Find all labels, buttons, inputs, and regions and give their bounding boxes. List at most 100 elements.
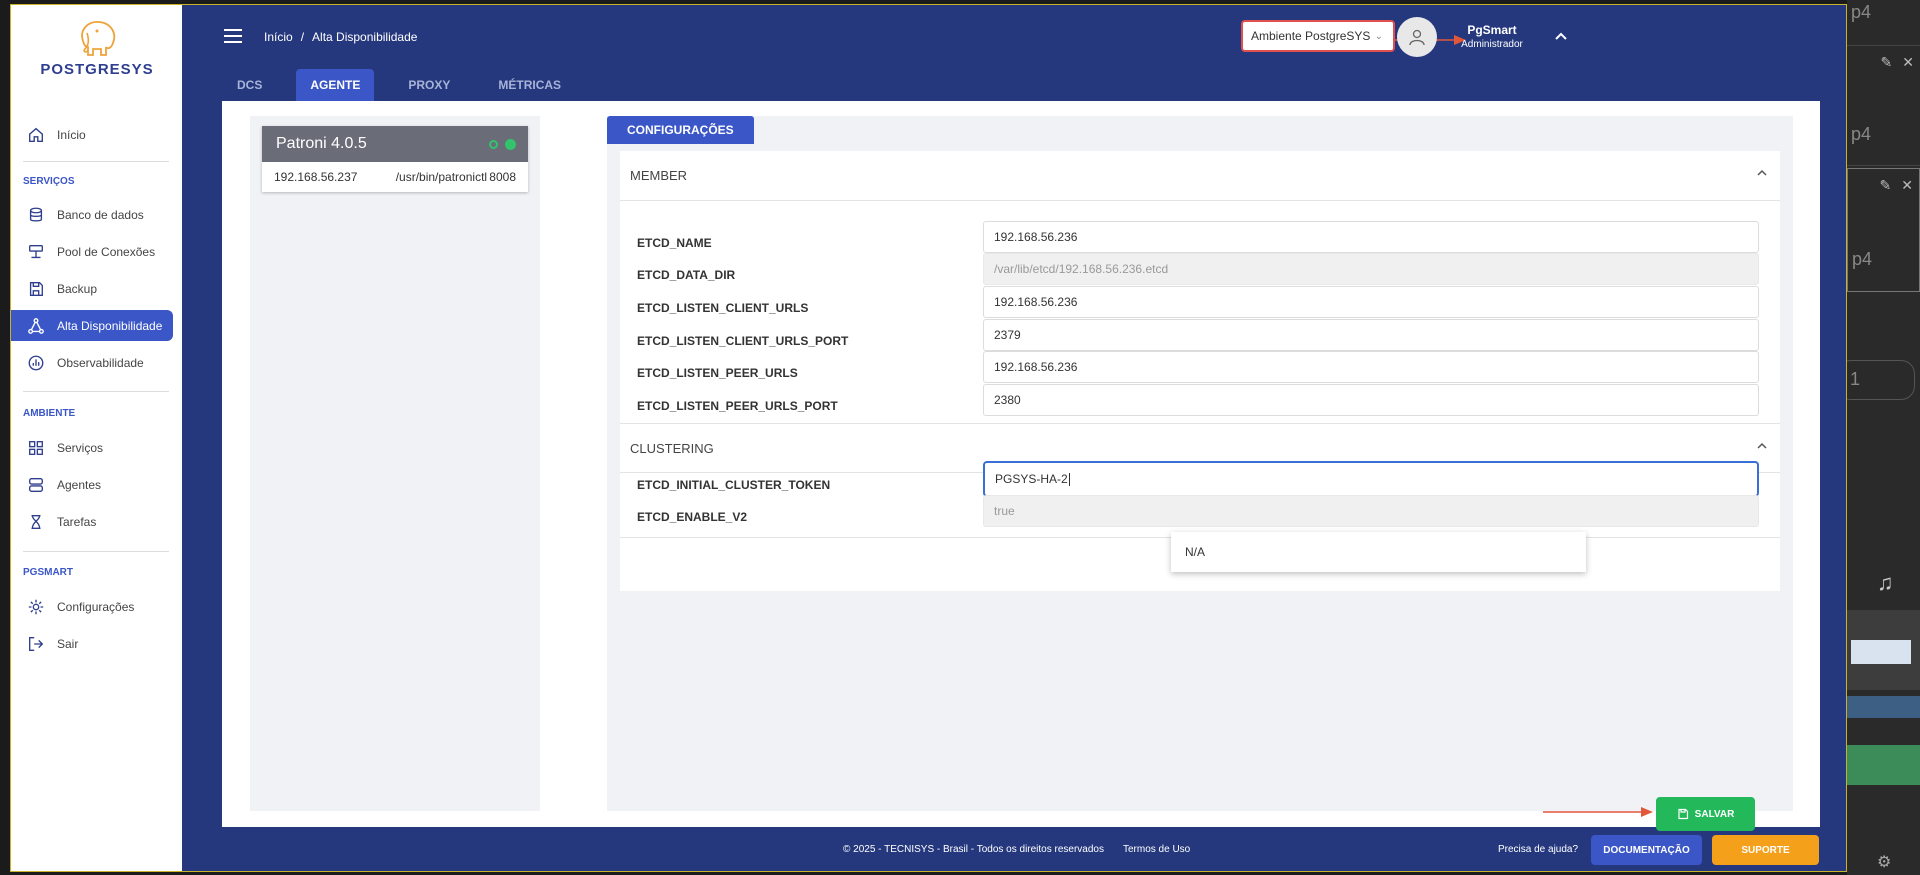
sidebar-item-tasks[interactable]: Tarefas bbox=[11, 506, 173, 537]
input-value: PGSYS-HA-2 bbox=[995, 472, 1068, 486]
sidebar-item-label: Serviços bbox=[57, 440, 104, 455]
annotation-arrow bbox=[1543, 807, 1653, 817]
background-window: p4 ✎ ✕ p4 ✎ ✕ p4 1 ♫ ⚙ bbox=[1837, 0, 1920, 875]
copyright-text: © 2025 - TECNISYS - Brasil - Todos os di… bbox=[843, 844, 1104, 855]
support-button[interactable]: SUPORTE bbox=[1712, 835, 1819, 865]
field-label: ETCD_INITIAL_CLUSTER_TOKEN bbox=[637, 478, 831, 492]
sidebar-item-label: Backup bbox=[57, 281, 98, 296]
field-label: ETCD_DATA_DIR bbox=[637, 268, 736, 282]
avatar[interactable] bbox=[1397, 17, 1437, 57]
etcd-listen-client-urls-input[interactable]: 192.168.56.236 bbox=[983, 286, 1759, 318]
sidebar-item-label: Agentes bbox=[57, 477, 102, 492]
environment-select-value: Ambiente PostgreSYS bbox=[1251, 29, 1371, 43]
music-icon: ♫ bbox=[1877, 570, 1894, 595]
sidebar-item-settings[interactable]: Configurações bbox=[11, 591, 173, 622]
etcd-initial-cluster-token-input[interactable]: PGSYS-HA-2 bbox=[983, 461, 1759, 497]
divider bbox=[23, 391, 169, 392]
sidebar: POSTGRESYS Início SERVIÇOS Banco de dado… bbox=[11, 5, 182, 871]
sidebar-item-label: Sair bbox=[57, 636, 79, 651]
section-member-header[interactable]: MEMBER bbox=[620, 151, 1780, 201]
tab-proxy[interactable]: PROXY bbox=[394, 69, 464, 101]
background-label: p4 bbox=[1851, 124, 1872, 144]
tab-metricas[interactable]: MÉTRICAS bbox=[484, 69, 575, 101]
field-label: ETCD_LISTEN_PEER_URLS_PORT bbox=[637, 399, 838, 413]
background-thumbnail-image bbox=[1851, 640, 1911, 664]
chevron-up-icon bbox=[1757, 169, 1767, 176]
sidebar-item-logout[interactable]: Sair bbox=[11, 628, 173, 659]
background-row: ✎ ✕ p4 bbox=[1847, 46, 1920, 166]
background-bar bbox=[1847, 745, 1920, 785]
sidebar-item-agents[interactable]: Agentes bbox=[11, 469, 173, 500]
app-window: POSTGRESYS Início SERVIÇOS Banco de dado… bbox=[10, 4, 1847, 872]
chevron-down-icon: ⌄ bbox=[1374, 31, 1383, 42]
divider bbox=[23, 161, 169, 162]
sidebar-item-high-availability[interactable]: Alta Disponibilidade bbox=[11, 310, 173, 341]
chevron-up-icon[interactable] bbox=[1554, 31, 1568, 41]
background-row: p4 bbox=[1847, 0, 1920, 46]
etcd-listen-client-urls-port-input[interactable]: 2379 bbox=[983, 319, 1759, 351]
patroni-path: /usr/bin/patronictl bbox=[395, 170, 488, 184]
cluster-icon bbox=[28, 317, 44, 334]
field-label: ETCD_LISTEN_PEER_URLS bbox=[637, 366, 798, 380]
sidebar-item-connection-pool[interactable]: Pool de Conexões bbox=[11, 236, 173, 267]
background-label: 1 bbox=[1850, 369, 1861, 389]
background-actions: ✎ ✕ bbox=[1871, 54, 1914, 71]
tab-dcs[interactable]: DCS bbox=[223, 69, 276, 101]
patroni-ip: 192.168.56.237 bbox=[274, 170, 358, 184]
breadcrumb-home[interactable]: Início bbox=[264, 30, 293, 44]
top-bar: Início / Alta Disponibilidade Ambiente Pos… bbox=[182, 5, 1846, 105]
hamburger-menu-icon[interactable] bbox=[224, 29, 242, 43]
etcd-enable-v2-input: true bbox=[983, 495, 1759, 527]
save-button[interactable]: SALVAR bbox=[1656, 797, 1755, 831]
environment-select[interactable]: Ambiente PostgreSYS ⌄ bbox=[1241, 20, 1395, 52]
user-name: PgSmart bbox=[1467, 23, 1517, 37]
save-icon bbox=[1678, 808, 1688, 820]
sidebar-item-database[interactable]: Banco de dados bbox=[11, 199, 173, 230]
sidebar-item-services[interactable]: Serviços bbox=[11, 432, 173, 463]
autocomplete-dropdown[interactable]: N/A bbox=[1171, 532, 1586, 572]
sidebar-section-pgsmart: PGSMART bbox=[23, 567, 73, 578]
sidebar-item-label: Tarefas bbox=[57, 514, 97, 529]
logout-icon bbox=[29, 636, 44, 651]
sidebar-item-home[interactable]: Início bbox=[11, 119, 173, 150]
main-content: Patroni 4.0.5 192.168.56.237 /usr/bin/pa… bbox=[222, 101, 1820, 831]
field-label: ETCD_NAME bbox=[637, 236, 712, 250]
sidebar-item-label: Configurações bbox=[57, 599, 135, 614]
terms-link[interactable]: Termos de Uso bbox=[1123, 844, 1190, 855]
tab-agente[interactable]: AGENTE bbox=[296, 69, 375, 101]
sidebar-item-observability[interactable]: Observabilidade bbox=[11, 347, 173, 378]
sidebar-item-backup[interactable]: Backup bbox=[11, 273, 173, 304]
sidebar-section-environment: AMBIENTE bbox=[23, 408, 76, 419]
tab-configuracoes[interactable]: CONFIGURAÇÕES bbox=[607, 116, 754, 144]
etcd-listen-peer-urls-port-input[interactable]: 2380 bbox=[983, 384, 1759, 416]
status-ring-icon bbox=[489, 140, 498, 149]
breadcrumb-separator: / bbox=[300, 30, 305, 44]
breadcrumb: Início / Alta Disponibilidade bbox=[264, 30, 417, 44]
close-icon: ✕ bbox=[1901, 177, 1913, 193]
sidebar-item-label: Observabilidade bbox=[57, 355, 144, 370]
patroni-card-header: Patroni 4.0.5 bbox=[262, 126, 528, 162]
etcd-listen-peer-urls-input[interactable]: 192.168.56.236 bbox=[983, 351, 1759, 383]
user-icon bbox=[1409, 29, 1425, 46]
divider bbox=[23, 551, 169, 552]
database-icon bbox=[29, 207, 43, 222]
etcd-name-input[interactable]: 192.168.56.236 bbox=[983, 221, 1759, 253]
brand-name: POSTGRESYS bbox=[40, 61, 154, 78]
sidebar-item-label: Início bbox=[57, 127, 86, 142]
status-dot-icon bbox=[505, 139, 516, 150]
patroni-card[interactable]: Patroni 4.0.5 192.168.56.237 /usr/bin/pa… bbox=[262, 126, 528, 192]
gear-icon bbox=[28, 599, 44, 614]
etcd-data-dir-input: /var/lib/etcd/192.168.56.236.etcd bbox=[983, 253, 1759, 285]
sidebar-item-label: Pool de Conexões bbox=[57, 244, 156, 259]
background-row: ✎ ✕ p4 bbox=[1847, 168, 1920, 292]
help-text: Precisa de ajuda? bbox=[1498, 844, 1579, 855]
footer: © 2025 - TECNISYS - Brasil - Todos os di… bbox=[182, 827, 1846, 871]
close-icon: ✕ bbox=[1902, 54, 1914, 70]
gear-icon: ⚙ bbox=[1877, 854, 1892, 871]
documentation-button[interactable]: DOCUMENTAÇÃO bbox=[1591, 835, 1702, 865]
pencil-icon: ✎ bbox=[1880, 54, 1893, 70]
patroni-title: Patroni 4.0.5 bbox=[276, 135, 367, 152]
section-title: MEMBER bbox=[630, 168, 688, 183]
background-bar bbox=[1847, 696, 1920, 718]
dropdown-option[interactable]: N/A bbox=[1185, 545, 1205, 559]
